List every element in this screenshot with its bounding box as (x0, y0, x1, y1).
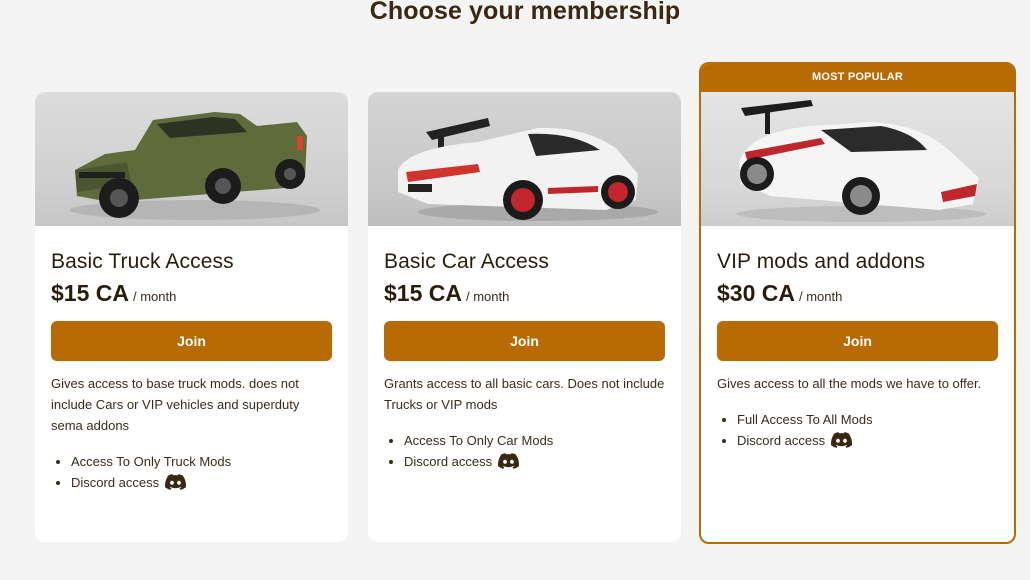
plan-card-basic-truck: Basic Truck Access $15 CA / month Join G… (35, 92, 348, 542)
plan-image-hypercar (701, 92, 1014, 226)
plan-period: / month (798, 289, 843, 304)
plan-image-car (368, 92, 681, 226)
plan-title: VIP mods and addons (717, 250, 926, 273)
feature-label: Access To Only Truck Mods (71, 454, 232, 469)
discord-icon (498, 453, 520, 469)
feature-label: Discord access (737, 433, 826, 448)
feature-label: Discord access (404, 454, 493, 469)
green-pickup-truck-image (70, 112, 320, 220)
plan-description: Gives access to base truck mods. does no… (51, 376, 300, 433)
feature-item: Discord access (737, 430, 998, 451)
feature-list: Access To Only Car Mods Discord access (384, 430, 665, 472)
price-row: $15 CA / month (384, 280, 665, 307)
discord-icon (165, 474, 187, 490)
plan-description: Grants access to all basic cars. Does no… (384, 376, 665, 412)
feature-item: Access To Only Car Mods (404, 430, 665, 451)
page-title: Choose your membership (369, 0, 681, 25)
plan-period: / month (465, 289, 510, 304)
feature-item: Discord access (71, 472, 332, 493)
plan-card-vip: MOST POPULAR VIP mods and addons $30 CA … (699, 62, 1016, 544)
plan-price: $30 CA (717, 280, 795, 306)
plan-period: / month (132, 289, 177, 304)
most-popular-badge: MOST POPULAR (701, 64, 1014, 92)
plan-image-truck (35, 92, 348, 226)
plan-title: Basic Truck Access (51, 250, 234, 273)
plan-price: $15 CA (51, 280, 129, 306)
plan-card-basic-car: Basic Car Access $15 CA / month Join Gra… (368, 92, 681, 542)
feature-label: Full Access To All Mods (737, 412, 873, 427)
join-button-vip[interactable]: Join (717, 321, 998, 361)
discord-icon (831, 432, 853, 448)
join-button-basic-truck[interactable]: Join (51, 321, 332, 361)
plan-price: $15 CA (384, 280, 462, 306)
feature-item: Discord access (404, 451, 665, 472)
price-row: $30 CA / month (717, 280, 998, 307)
white-hypercar-image (736, 100, 986, 222)
join-button-basic-car[interactable]: Join (384, 321, 665, 361)
plan-title: Basic Car Access (384, 250, 549, 273)
feature-item: Full Access To All Mods (737, 409, 998, 430)
plan-description: Gives access to all the mods we have to … (717, 376, 982, 391)
price-row: $15 CA / month (51, 280, 332, 307)
feature-list: Access To Only Truck Mods Discord access (51, 451, 332, 493)
feature-list: Full Access To All Mods Discord access (717, 409, 998, 451)
feature-label: Discord access (71, 475, 160, 490)
feature-label: Access To Only Car Mods (404, 433, 554, 448)
feature-item: Access To Only Truck Mods (71, 451, 332, 472)
white-sports-car-image (398, 118, 658, 221)
